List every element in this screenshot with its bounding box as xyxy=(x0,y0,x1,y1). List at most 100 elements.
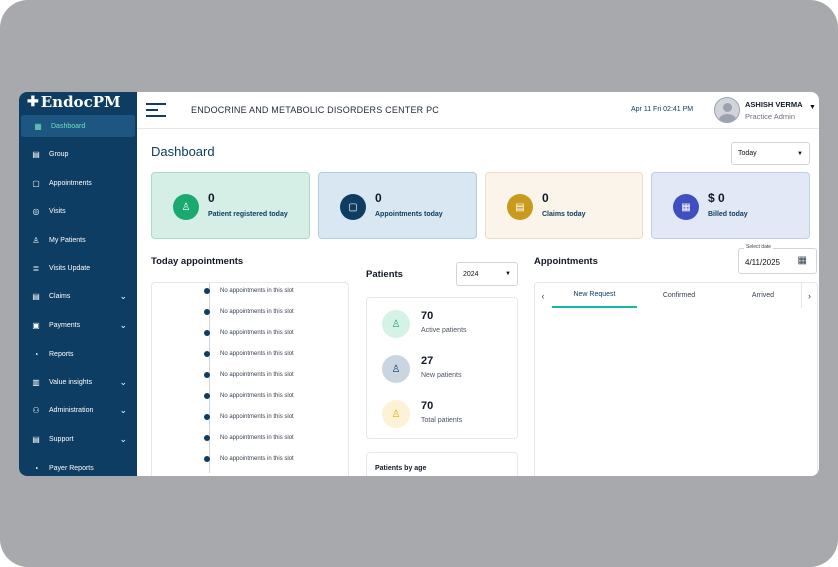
document-icon: ▤ xyxy=(32,149,40,159)
sidebar-item-reports[interactable]: ◔ Reports xyxy=(19,343,137,365)
card-value: 0 xyxy=(542,191,549,205)
chevron-down-icon: ⌄ xyxy=(119,290,127,301)
summary-card[interactable]: ♙ 0 Patient registered today xyxy=(151,172,310,239)
sidebar-item-visits[interactable]: ◎ Visits xyxy=(19,200,137,222)
today-appointments-title: Today appointments xyxy=(151,256,244,267)
summary-card[interactable]: ▦ $ 0 Billed today xyxy=(651,172,810,239)
summary-card[interactable]: ▢ 0 Appointments today xyxy=(318,172,477,239)
sidebar-item-label: Visits xyxy=(49,207,66,215)
claims-icon: ▤ xyxy=(32,291,40,301)
patient-stat-label: Total patients xyxy=(421,417,463,424)
user-role: Practice Admin xyxy=(745,112,796,121)
summary-card[interactable]: ▤ 0 Claims today xyxy=(485,172,643,239)
top-bar: ENDOCRINE AND METABOLIC DISORDERS CENTER… xyxy=(137,92,819,129)
slot-text: No appointments in this slot xyxy=(220,330,294,336)
patients-by-age-panel: Patients by age xyxy=(366,452,518,476)
card-label: Appointments today xyxy=(375,211,443,218)
current-datetime: Apr 11 Fri 02:41 PM xyxy=(631,106,694,113)
clipboard-icon: ▤ xyxy=(507,194,533,220)
tab-new-request[interactable]: New Request xyxy=(552,283,637,308)
tab-arrived[interactable]: Arrived xyxy=(721,283,805,308)
app-logo[interactable]: ✚ EndocPM xyxy=(19,92,137,112)
card-label: Patient registered today xyxy=(208,211,288,218)
sidebar-item-visits-update[interactable]: ≣ Visits Update xyxy=(19,257,137,279)
sidebar-item-group[interactable]: ▤ Group xyxy=(19,143,137,165)
patient-stat-value: 70 xyxy=(421,310,434,322)
sidebar-item-label: Payer Reports xyxy=(49,464,94,472)
calendar-icon: ▢ xyxy=(340,194,366,220)
patient-stat: ♙ 70 Total patients xyxy=(367,400,517,445)
period-select-value: Today xyxy=(738,150,757,157)
sidebar-item-my-patients[interactable]: ♙ My Patients xyxy=(19,229,137,251)
chevron-down-icon: ⌄ xyxy=(119,404,127,415)
timeline-dot xyxy=(204,309,210,315)
chevron-down-icon: ▼ xyxy=(797,150,803,157)
tab-confirmed[interactable]: Confirmed xyxy=(637,283,721,308)
sidebar-item-support[interactable]: ▤ Support ⌄ xyxy=(19,428,137,450)
card-value: 0 xyxy=(208,191,215,205)
slot-text: No appointments in this slot xyxy=(220,288,294,294)
chevron-right-icon[interactable]: › xyxy=(801,283,817,308)
reports-icon: ◔ xyxy=(33,349,39,359)
timeline-dot xyxy=(204,351,210,357)
sidebar-item-label: Appointments xyxy=(49,179,92,187)
avatar[interactable] xyxy=(714,97,740,123)
bar-chart-icon: ▥ xyxy=(32,377,40,387)
sidebar-item-label: Visits Update xyxy=(49,264,91,272)
organization-title: ENDOCRINE AND METABOLIC DISORDERS CENTER… xyxy=(191,105,439,115)
receipt-icon: ▦ xyxy=(673,194,699,220)
stethoscope-icon: ◎ xyxy=(32,206,40,216)
appointment-slot: No appointments in this slot xyxy=(152,330,348,351)
sidebar: ✚ EndocPM ▦ Dashboard ▤ Group ▢ Appointments ◎… xyxy=(19,92,137,476)
patient-stat-value: 27 xyxy=(421,355,434,367)
sidebar-item-label: Dashboard xyxy=(51,122,86,130)
timeline-dot xyxy=(204,372,210,378)
chevron-down-icon: ⌄ xyxy=(119,376,127,387)
date-field-label: Select date xyxy=(744,244,774,250)
sidebar-item-label: Payments xyxy=(49,321,81,329)
timeline-dot xyxy=(204,393,210,399)
slot-text: No appointments in this slot xyxy=(220,351,294,357)
sidebar-item-label: Support xyxy=(49,435,74,443)
app-window: ✚ EndocPM ▦ Dashboard ▤ Group ▢ Appointments ◎… xyxy=(19,92,819,476)
sidebar-item-claims[interactable]: ▤ Claims ⌄ xyxy=(19,285,137,307)
patients-title: Patients xyxy=(366,269,403,280)
patient-stat-label: Active patients xyxy=(421,327,467,334)
card-value: $ 0 xyxy=(708,191,725,205)
sidebar-item-payer-reports[interactable]: ◔ Payer Reports xyxy=(19,457,137,476)
timeline-dot xyxy=(204,288,210,294)
sidebar-item-label: Claims xyxy=(49,292,71,300)
year-select-value: 2024 xyxy=(463,270,479,278)
app-name: EndocPM xyxy=(40,93,121,111)
chevron-down-icon: ⌄ xyxy=(119,319,127,330)
user-icon: ♙ xyxy=(173,194,199,220)
sidebar-item-appointments[interactable]: ▢ Appointments xyxy=(19,172,137,194)
chevron-left-icon[interactable]: ‹ xyxy=(535,283,551,308)
sidebar-item-payments[interactable]: ▣ Payments ⌄ xyxy=(19,314,137,336)
chevron-down-icon: ⌄ xyxy=(119,433,127,444)
today-appointments-panel: No appointments in this slot No appointme… xyxy=(151,282,349,476)
appointment-slot: No appointments in this slot xyxy=(152,393,348,414)
appointment-date-field[interactable]: Select date 4/11/2025 ▦ xyxy=(738,244,817,274)
user-name[interactable]: ASHISH VERMA xyxy=(745,100,803,109)
appointments-list-panel xyxy=(534,308,818,476)
logo-icon: ✚ xyxy=(27,94,39,110)
calendar-icon: ▢ xyxy=(32,178,40,188)
sidebar-item-administration[interactable]: ⚇ Administration ⌄ xyxy=(19,399,137,421)
sidebar-item-value-insights[interactable]: ▥ Value insights ⌄ xyxy=(19,371,137,393)
appointment-slot: No appointments in this slot xyxy=(152,351,348,372)
caret-down-icon[interactable]: ▼ xyxy=(809,104,816,111)
slot-text: No appointments in this slot xyxy=(220,435,294,441)
hamburger-menu-icon[interactable] xyxy=(146,103,166,121)
appointment-slot: No appointments in this slot xyxy=(152,288,348,309)
sidebar-item-label: My Patients xyxy=(49,236,86,244)
sidebar-item-dashboard[interactable]: ▦ Dashboard xyxy=(21,115,135,137)
period-select[interactable]: Today ▼ xyxy=(731,142,810,165)
sidebar-item-label: Reports xyxy=(49,350,74,358)
user-icon: ♙ xyxy=(382,355,410,383)
calendar-icon[interactable]: ▦ xyxy=(798,255,807,266)
year-select[interactable]: 2024 ▼ xyxy=(456,262,518,286)
patients-stats-panel: ♙ 70 Active patients ♙ 27 New patients ♙ 70 Tota… xyxy=(366,297,518,439)
payer-reports-icon: ◔ xyxy=(33,463,39,473)
slot-text: No appointments in this slot xyxy=(220,309,294,315)
